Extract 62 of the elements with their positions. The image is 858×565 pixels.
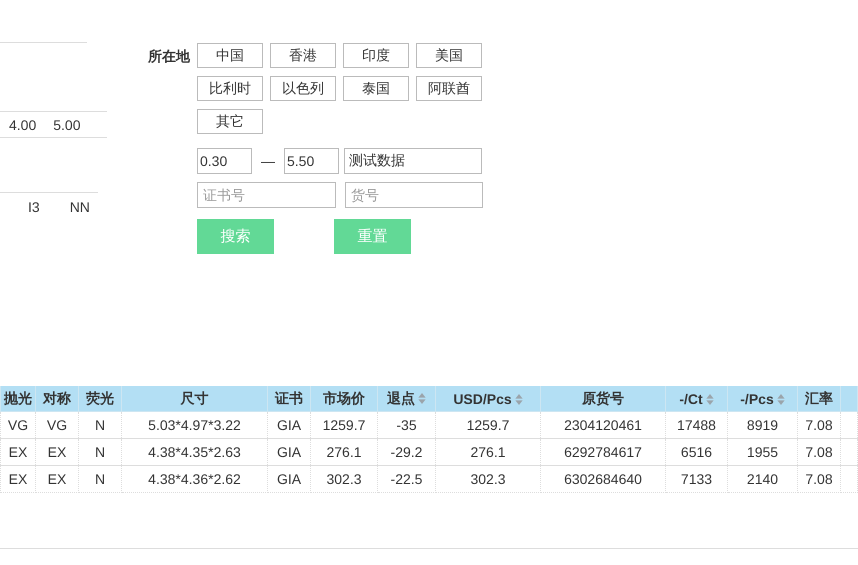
table-cell: GIA [268, 466, 310, 492]
column-header[interactable]: 退点 [378, 386, 436, 412]
table-cell: 6292784617 [540, 438, 666, 466]
column-header[interactable]: USD/Pcs [436, 386, 540, 412]
table-cell: EX [0, 438, 36, 466]
table-cell: EX [36, 438, 78, 466]
sort-icon[interactable] [418, 392, 426, 404]
table-cell: EX [0, 466, 36, 492]
table-cell: 276.1 [436, 438, 540, 466]
field-label: 所在地 [146, 47, 190, 66]
stock-number-field[interactable]: 货号 [345, 182, 483, 208]
table-cell: N [78, 466, 122, 492]
keyword-field[interactable]: 测试数据 [344, 148, 482, 174]
column-header: 荧光 [78, 386, 122, 412]
grade-text: NN [70, 199, 90, 215]
column-header: 市场价 [310, 386, 378, 412]
table-cell: 302.3 [436, 466, 540, 492]
table-cell: EX [36, 466, 78, 492]
table-cell: 1955 [728, 438, 798, 466]
range-to-field[interactable]: 5.50 [284, 148, 339, 174]
location-option[interactable]: 美国 [416, 43, 482, 68]
table-cell: -22.5 [378, 466, 436, 492]
table-cell: 276.1 [310, 438, 378, 466]
location-option[interactable]: 中国 [197, 43, 263, 68]
location-option[interactable]: 印度 [343, 43, 409, 68]
column-header: 原货号 [540, 386, 666, 412]
table-cell: 6516 [666, 438, 728, 466]
column-header: 汇率 [798, 386, 840, 412]
range-from-field[interactable]: 0.30 [197, 148, 252, 174]
column-header[interactable]: -/Ct [666, 386, 728, 412]
table-cell: 7133 [666, 466, 728, 492]
certificate-field[interactable]: 证书号 [197, 182, 336, 208]
sort-icon[interactable] [514, 394, 523, 404]
table-cell: -29.2 [378, 438, 436, 466]
table-cell: 6302684640 [540, 466, 666, 492]
grade-text: I3 [28, 199, 40, 215]
column-header: 抛光 [0, 386, 36, 412]
table-cell: 4.38*4.35*2.63 [122, 438, 268, 466]
table-cell: N [78, 438, 122, 466]
location-option[interactable]: 香港 [270, 43, 336, 68]
location-option[interactable]: 泰国 [343, 76, 409, 101]
range-separator: — [260, 153, 276, 169]
sort-icon[interactable] [776, 394, 785, 404]
column-header[interactable]: -/Pcs [728, 386, 798, 412]
sort-icon[interactable] [706, 394, 714, 404]
table-cell: GIA [268, 438, 310, 466]
location-option[interactable]: 其它 [197, 109, 263, 134]
column-header: 对称 [36, 386, 78, 412]
table-cell: 2140 [728, 466, 798, 492]
column-header: 尺寸 [122, 386, 268, 412]
location-option[interactable]: 以色列 [270, 76, 336, 101]
location-option[interactable]: 阿联酋 [416, 76, 482, 101]
table-cell: VG [0, 412, 36, 438]
table-cell: 7.08 [798, 438, 840, 466]
column-header: 证书 [268, 386, 310, 412]
value-text: 5.00 [53, 116, 80, 132]
table-cell: 302.3 [310, 466, 378, 492]
location-option[interactable]: 比利时 [197, 76, 263, 101]
table-cell: 4.38*4.36*2.62 [122, 466, 268, 492]
table-cell: 7.08 [798, 466, 840, 492]
value-text: 4.00 [9, 116, 36, 132]
header-cell [840, 386, 858, 412]
